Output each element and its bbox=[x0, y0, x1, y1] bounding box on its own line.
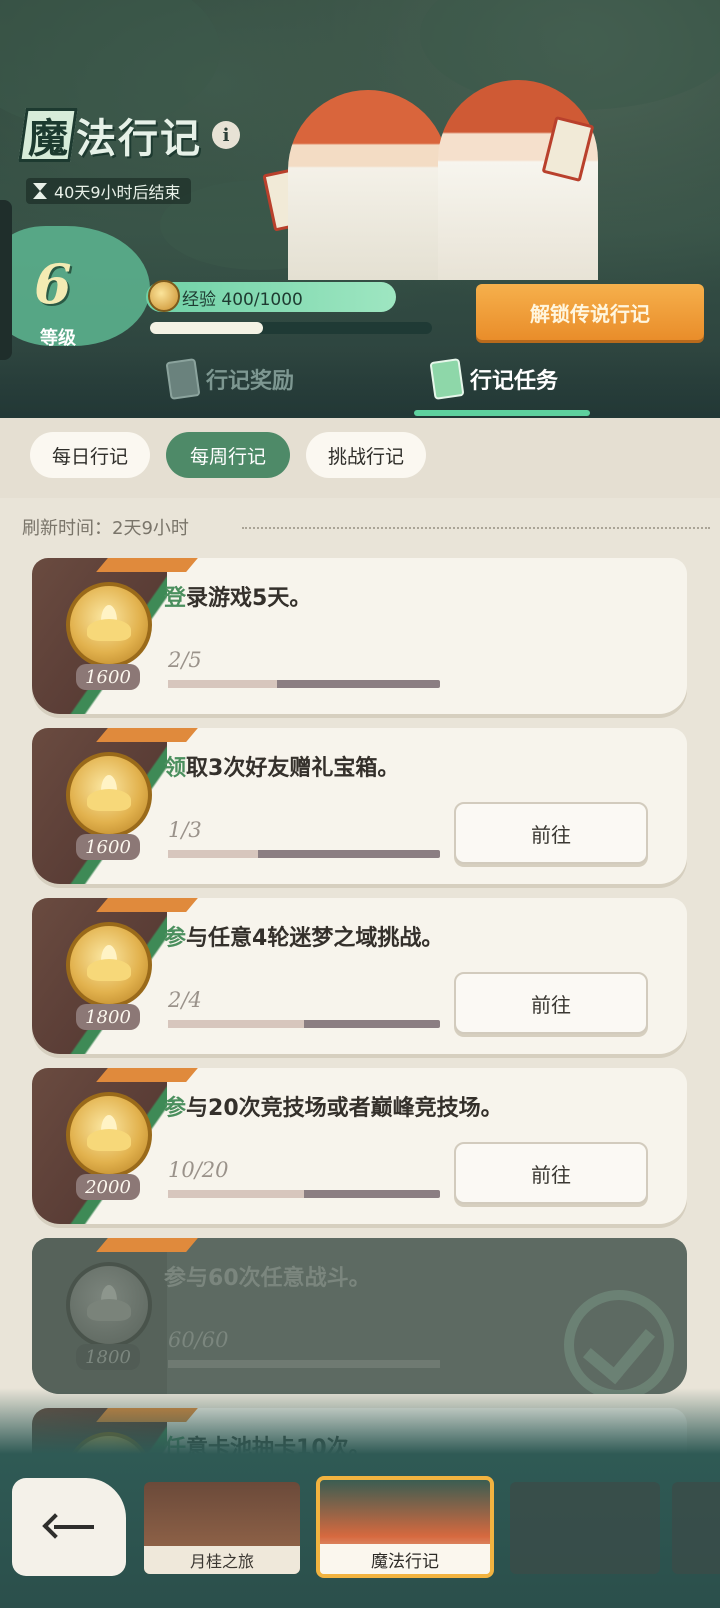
task-card: 2000 参与20次竞技场或者巅峰竞技场。 10/20 前往 bbox=[32, 1068, 687, 1224]
reward-amount: 2000 bbox=[76, 1174, 140, 1200]
nav-tab-label: 月桂之旅 bbox=[144, 1546, 300, 1574]
task-progress-text: 60/60 bbox=[168, 1328, 229, 1352]
task-progress-text: 1/3 bbox=[168, 818, 202, 842]
exp-coin-icon bbox=[148, 280, 180, 312]
go-button[interactable]: 前往 bbox=[454, 802, 648, 864]
decor-stripe bbox=[96, 728, 198, 742]
nav-tab-magic-journal[interactable]: 魔法行记 bbox=[316, 1476, 494, 1578]
nav-tab-locked[interactable] bbox=[672, 1482, 720, 1574]
task-progress-text: 2/5 bbox=[168, 648, 202, 672]
decor-stripe bbox=[96, 1238, 198, 1252]
decor-stripe bbox=[96, 1068, 198, 1082]
countdown-badge: 40天9小时后结束 bbox=[26, 178, 191, 204]
reward-amount: 1600 bbox=[76, 664, 140, 690]
reward-coin-icon bbox=[66, 1262, 152, 1348]
lotus-icon bbox=[87, 945, 131, 985]
task-progress-track bbox=[168, 680, 440, 688]
subtab-weekly[interactable]: 每周行记 bbox=[166, 432, 290, 478]
reward-amount: 1800 bbox=[76, 1004, 140, 1030]
tab-rewards[interactable]: 行记奖励 bbox=[165, 358, 294, 400]
lotus-icon bbox=[87, 605, 131, 645]
task-progress-fill bbox=[168, 1190, 304, 1198]
title-text: 法行记 bbox=[76, 115, 202, 162]
task-card: 1600 登录游戏5天。 2/5 bbox=[32, 558, 687, 714]
task-card: 1800 参与任意4轮迷梦之域挑战。 2/4 前往 bbox=[32, 898, 687, 1054]
card-icon bbox=[165, 358, 201, 400]
male-character bbox=[288, 90, 448, 280]
card-icon bbox=[429, 358, 465, 400]
go-button[interactable]: 前往 bbox=[454, 1142, 648, 1204]
reward-coin-icon bbox=[66, 922, 152, 1008]
exp-text: 经验 400/1000 bbox=[182, 289, 303, 310]
header-banner: 魔 法行记 i 40天9小时后结束 6 等级 经验 400/1000 解锁传说行… bbox=[0, 0, 720, 418]
task-progress-track bbox=[168, 1190, 440, 1198]
task-title: 参与60次任意战斗。 bbox=[164, 1266, 371, 1291]
hero-illustration bbox=[262, 80, 618, 280]
task-progress-track bbox=[168, 1360, 440, 1368]
lotus-icon bbox=[87, 1115, 131, 1155]
task-progress-fill bbox=[168, 1360, 440, 1368]
decor-stripe bbox=[96, 558, 198, 572]
back-button[interactable] bbox=[12, 1478, 126, 1576]
check-icon bbox=[564, 1290, 674, 1394]
go-button[interactable]: 前往 bbox=[454, 972, 648, 1034]
reward-amount: 1800 bbox=[76, 1344, 140, 1370]
exp-progress-fill bbox=[150, 322, 263, 334]
task-title: 参与任意4轮迷梦之域挑战。 bbox=[164, 926, 444, 951]
task-progress-track bbox=[168, 1020, 440, 1028]
reward-coin-icon bbox=[66, 582, 152, 668]
lotus-icon bbox=[87, 775, 131, 815]
reward-coin-icon bbox=[66, 1092, 152, 1178]
decor-stripe bbox=[96, 898, 198, 912]
countdown-text: 40天9小时后结束 bbox=[54, 183, 181, 202]
refresh-time: 刷新时间：2天9小时 bbox=[22, 518, 189, 539]
title-emblem: 魔 bbox=[18, 108, 78, 162]
task-progress-fill bbox=[168, 1020, 304, 1028]
task-card: 1600 领取3次好友赠礼宝箱。 1/3 前往 bbox=[32, 728, 687, 884]
task-progress-fill bbox=[168, 680, 277, 688]
page-title: 魔 法行记 i bbox=[18, 106, 240, 164]
reward-amount: 1600 bbox=[76, 834, 140, 860]
nav-tab-laurel-journey[interactable]: 月桂之旅 bbox=[144, 1482, 300, 1574]
level-number: 6 bbox=[34, 252, 72, 316]
task-progress-track bbox=[168, 850, 440, 858]
task-progress-text: 10/20 bbox=[168, 1158, 229, 1182]
subtab-daily[interactable]: 每日行记 bbox=[30, 432, 150, 478]
back-arrow-icon bbox=[44, 1516, 94, 1538]
nav-tab-label: 魔法行记 bbox=[320, 1544, 490, 1574]
tab-tasks[interactable]: 行记任务 bbox=[429, 358, 558, 400]
lotus-icon bbox=[87, 1285, 131, 1325]
reward-coin-icon bbox=[66, 752, 152, 838]
subtab-challenge[interactable]: 挑战行记 bbox=[306, 432, 426, 478]
active-tab-indicator bbox=[414, 410, 590, 416]
task-title: 参与20次竞技场或者巅峰竞技场。 bbox=[164, 1096, 503, 1121]
level-label: 等级 bbox=[40, 328, 76, 349]
exp-progress-track bbox=[150, 322, 432, 334]
task-progress-fill bbox=[168, 850, 258, 858]
task-title: 登录游戏5天。 bbox=[164, 586, 312, 611]
task-card: 1800 参与60次任意战斗。 60/60 bbox=[32, 1238, 687, 1394]
info-icon[interactable]: i bbox=[212, 121, 240, 149]
hourglass-icon bbox=[32, 182, 48, 200]
task-title: 领取3次好友赠礼宝箱。 bbox=[164, 756, 400, 781]
exp-label-bar: 经验 400/1000 bbox=[146, 282, 396, 312]
nav-tab-locked[interactable] bbox=[510, 1482, 660, 1574]
side-handle[interactable] bbox=[0, 200, 12, 360]
main-tabs bbox=[0, 350, 720, 418]
divider bbox=[242, 527, 710, 529]
task-progress-text: 2/4 bbox=[168, 988, 202, 1012]
unlock-legend-button[interactable]: 解锁传说行记 bbox=[476, 284, 704, 340]
